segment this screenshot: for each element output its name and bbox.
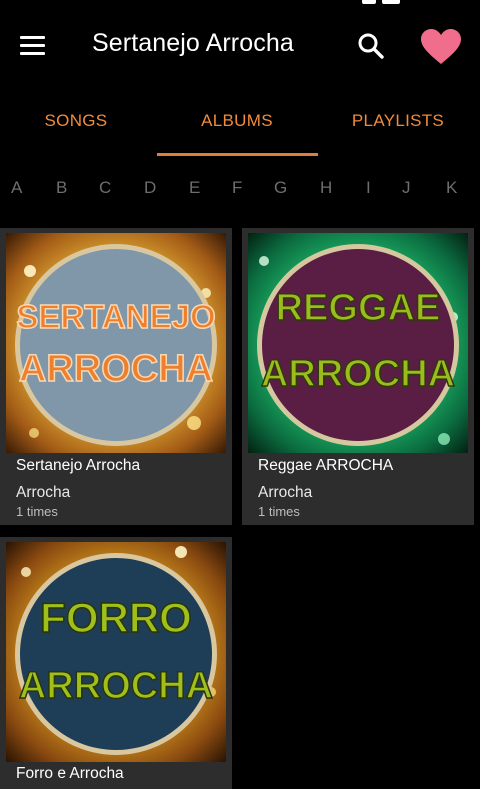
index-letter[interactable]: J (402, 178, 411, 198)
album-card[interactable]: FORRO ARROCHA Forro e Arrocha (0, 537, 232, 789)
index-letter[interactable]: G (274, 178, 287, 198)
tab-bar: SONGS ALBUMS PLAYLISTS (0, 98, 480, 158)
cover-text: ARROCHA (261, 353, 455, 395)
index-letter[interactable]: E (189, 178, 200, 198)
index-letter[interactable]: D (144, 178, 156, 198)
cover-text: FORRO (40, 594, 192, 641)
tab-albums[interactable]: ALBUMS (157, 98, 317, 158)
album-artist: Arrocha (16, 484, 71, 501)
signal-icon (362, 0, 376, 4)
index-letter[interactable]: B (56, 178, 67, 198)
index-letter[interactable]: I (366, 178, 371, 198)
menu-button[interactable] (18, 32, 48, 60)
index-letter[interactable]: H (320, 178, 332, 198)
heart-icon (421, 29, 461, 64)
album-play-count: 1 times (258, 504, 300, 519)
tab-playlists[interactable]: PLAYLISTS (318, 98, 478, 158)
album-cover: SERTANEJO ARROCHA (6, 233, 226, 453)
alphabet-index: A B C D E F G H I J K (0, 178, 480, 206)
favorites-button[interactable] (420, 28, 462, 66)
album-cover: FORRO ARROCHA (6, 542, 226, 762)
album-title: Forro e Arrocha (16, 765, 124, 782)
app-bar: Sertanejo Arrocha (0, 8, 480, 82)
menu-icon (20, 36, 45, 39)
album-play-count: 1 times (16, 504, 58, 519)
index-letter[interactable]: F (232, 178, 242, 198)
search-icon (358, 33, 384, 59)
album-card[interactable]: REGGAE ARROCHA Reggae ARROCHA Arrocha 1 … (242, 228, 474, 525)
album-artist: Arrocha (258, 484, 313, 501)
tab-indicator (157, 153, 318, 156)
cover-text: REGGAE (276, 287, 441, 329)
menu-icon-line (20, 52, 45, 55)
album-cover: REGGAE ARROCHA (248, 233, 468, 453)
search-button[interactable] (356, 31, 386, 61)
tab-songs[interactable]: SONGS (0, 98, 156, 158)
album-title: Reggae ARROCHA (258, 457, 394, 474)
menu-icon-line (20, 44, 45, 47)
status-bar (0, 0, 480, 8)
album-card[interactable]: SERTANEJO ARROCHA Sertanejo Arrocha Arro… (0, 228, 232, 525)
app-title: Sertanejo Arrocha (92, 29, 294, 57)
album-title: Sertanejo Arrocha (16, 457, 141, 474)
index-letter[interactable]: A (11, 178, 22, 198)
index-letter[interactable]: K (446, 178, 457, 198)
battery-icon (382, 0, 400, 4)
cover-text: ARROCHA (19, 665, 213, 707)
index-letter[interactable]: C (99, 178, 111, 198)
cover-text: ARROCHA (19, 348, 213, 390)
cover-text: SERTANEJO (16, 298, 215, 335)
